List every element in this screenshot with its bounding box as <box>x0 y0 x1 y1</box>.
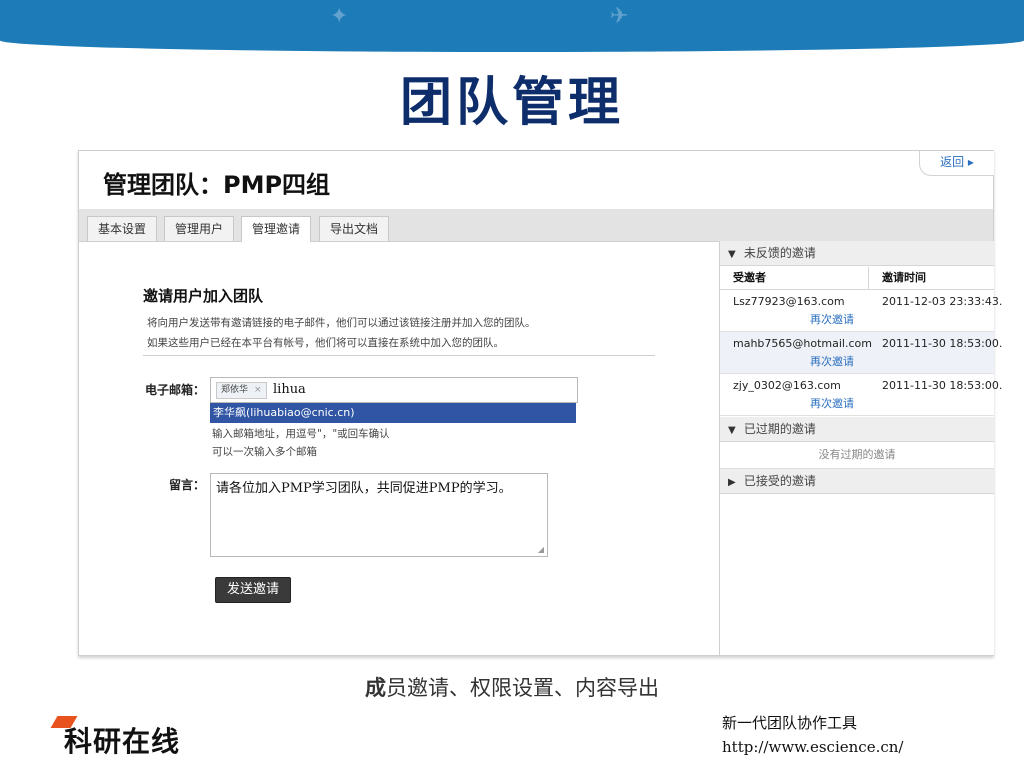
send-invite-button[interactable]: 发送邀请 <box>215 577 291 603</box>
tab-manage-users[interactable]: 管理用户 <box>164 216 235 241</box>
message-label: 留言： <box>168 478 205 492</box>
section-expired-label: 已过期的邀请 <box>743 422 816 436</box>
caption-rest: 员邀请、权限设置、内容导出 <box>386 676 659 700</box>
email-suggestion-item[interactable]: 李华飙(lihuabiao@cnic.cn) <box>210 403 576 423</box>
caption-lead: 成 <box>365 676 386 700</box>
page-title: 管理团队：PMP四组 <box>103 171 331 199</box>
tab-basic-settings[interactable]: 基本设置 <box>87 216 158 241</box>
reinvite-link[interactable]: 再次邀请 <box>810 353 854 369</box>
tab-bar: 基本设置 管理用户 管理邀请 导出文档 <box>79 209 993 242</box>
message-text: 请各位加入PMP学习团队，共同促进PMP的学习。 <box>216 481 512 496</box>
email-typed-text: lihua <box>273 382 306 397</box>
back-link[interactable]: 返回 ▸ <box>919 151 994 176</box>
footer-slogan: 新一代团队协作工具 <box>722 714 858 732</box>
app-window: 管理团队：PMP四组 返回 ▸ 基本设置 管理用户 管理邀请 导出文档 邀请用户… <box>78 150 1002 656</box>
table-row: mahb7565@hotmail.com 2011-11-30 18:53:00… <box>720 332 1002 374</box>
section-pending-label: 未反馈的邀请 <box>743 246 816 260</box>
logo: 科研在线 <box>64 725 181 758</box>
reinvite-link[interactable]: 再次邀请 <box>810 395 854 411</box>
token-remove-icon[interactable]: × <box>254 385 262 395</box>
email-token-label: 郑依华 <box>221 385 249 395</box>
col-invite-time: 邀请时间 <box>882 271 926 284</box>
expired-empty-note: 没有过期的邀请 <box>720 442 994 469</box>
table-header: 受邀者 邀请时间 <box>720 267 994 290</box>
invitee-email: zjy_0302@163.com <box>733 379 841 392</box>
email-hint-2: 可以一次输入多个邮箱 <box>212 446 317 458</box>
section-accepted-label: 已接受的邀请 <box>743 474 816 488</box>
col-invitee: 受邀者 <box>733 271 766 284</box>
slide-caption: 成员邀请、权限设置、内容导出 <box>0 672 1024 702</box>
invite-time: 2011-12-03 23:33:43. <box>882 295 1003 308</box>
email-token: 郑依华 × <box>216 382 267 399</box>
divider <box>143 355 655 356</box>
tab-manage-invites[interactable]: 管理邀请 <box>241 216 312 242</box>
collapsed-arrow-icon: ▶ <box>728 477 736 488</box>
invite-description-2: 如果这些用户已经在本平台有帐号，他们将可以直接在系统中加入您的团队。 <box>147 337 504 349</box>
email-hint-1: 输入邮箱地址，用逗号"，"或回车确认 <box>212 428 390 440</box>
table-row: Lsz77923@163.com 2011-12-03 23:33:43. 再次… <box>720 290 1002 332</box>
top-banner: ✦ ✈ <box>0 0 1024 52</box>
expanded-arrow-icon: ▼ <box>728 425 736 436</box>
airplane-icon: ✈ <box>610 4 629 29</box>
invite-time: 2011-11-30 18:53:00. <box>882 337 1003 350</box>
expanded-arrow-icon: ▼ <box>728 249 736 260</box>
email-label: 电子邮箱： <box>144 383 205 397</box>
invitee-email: mahb7565@hotmail.com <box>733 337 872 350</box>
message-textarea[interactable]: 请各位加入PMP学习团队，共同促进PMP的学习。 ◢ <box>210 473 548 557</box>
decor-icon: ✦ <box>330 4 349 29</box>
email-field[interactable]: 郑依华 × lihua <box>210 377 578 403</box>
reinvite-link[interactable]: 再次邀请 <box>810 311 854 327</box>
section-accepted[interactable]: ▶ 已接受的邀请 <box>720 469 994 494</box>
tab-export-docs[interactable]: 导出文档 <box>319 216 390 241</box>
slide-title: 团队管理 <box>399 73 624 133</box>
section-pending[interactable]: ▼ 未反馈的邀请 <box>720 241 994 266</box>
section-expired[interactable]: ▼ 已过期的邀请 <box>720 417 994 442</box>
resize-handle-icon[interactable]: ◢ <box>538 545 544 554</box>
footer-url: http://www.escience.cn/ <box>722 738 904 756</box>
invite-heading: 邀请用户加入团队 <box>143 287 264 305</box>
invite-time: 2011-11-30 18:53:00. <box>882 379 1003 392</box>
table-row: zjy_0302@163.com 2011-11-30 18:53:00. 再次… <box>720 374 1002 416</box>
column-separator <box>868 267 869 290</box>
invite-description-1: 将向用户发送带有邀请链接的电子邮件，他们可以通过该链接注册并加入您的团队。 <box>147 317 536 329</box>
invitations-panel: ▼ 未反馈的邀请 受邀者 邀请时间 Lsz77923@163.com 2011-… <box>719 241 1002 655</box>
invitee-email: Lsz77923@163.com <box>733 295 845 308</box>
